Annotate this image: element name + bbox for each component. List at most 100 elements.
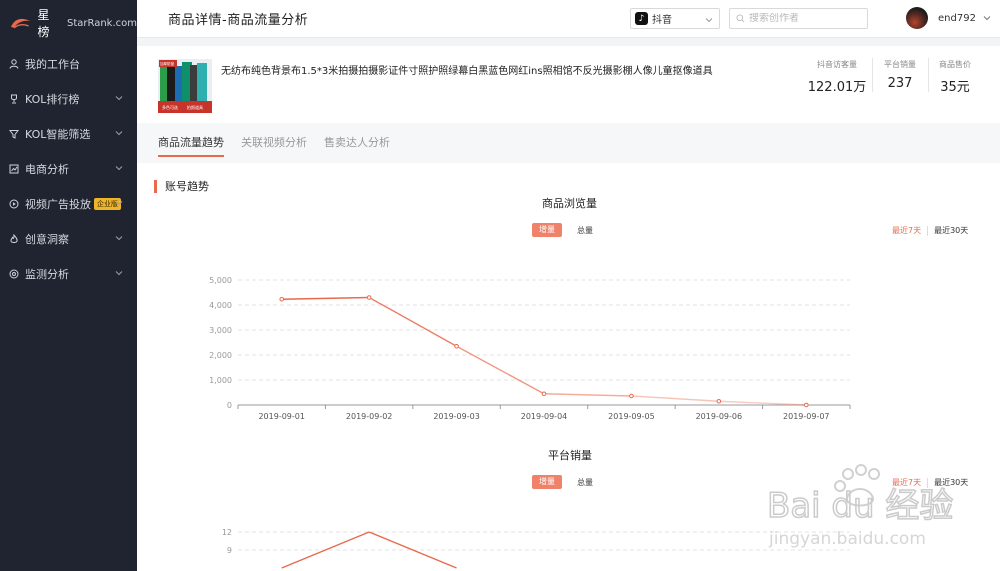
data-point bbox=[716, 398, 722, 404]
baidu-jingyan-watermark: Bai du 经验 jingyan.baidu.com bbox=[766, 464, 954, 549]
stat-label: 平台销量 bbox=[884, 60, 916, 69]
x-tick-label: 2019-09-06 bbox=[696, 412, 743, 421]
range-7d-button[interactable]: 最近7天 bbox=[892, 225, 921, 236]
series-line-segment bbox=[631, 395, 719, 402]
y-tick-label: 12 bbox=[222, 528, 232, 537]
tiktok-icon: ♪ bbox=[635, 12, 648, 25]
page-title: 商品详情-商品流量分析 bbox=[168, 13, 309, 28]
data-point bbox=[629, 393, 634, 399]
toggle-increment-button[interactable]: 增量 bbox=[532, 223, 562, 237]
analysis-tabs: 商品流量趋势 关联视频分析 售卖达人分析 bbox=[137, 123, 1000, 163]
product-image-caption-right: 拍照道具 bbox=[187, 104, 203, 110]
toggle-total-button[interactable]: 总量 bbox=[570, 225, 600, 236]
chart-title-sales: 平台销量 bbox=[548, 449, 592, 462]
user-icon bbox=[9, 58, 19, 69]
starrank-logo-icon bbox=[10, 18, 31, 29]
stat-value: 237 bbox=[887, 76, 913, 91]
sidebar-item-creative-insight[interactable]: 创意洞察 bbox=[0, 221, 137, 256]
data-point bbox=[803, 402, 809, 408]
stat-divider bbox=[872, 58, 873, 92]
sidebar-item-kol-ranking[interactable]: KOL排行榜 bbox=[0, 81, 137, 116]
series-line-segment bbox=[718, 400, 807, 406]
product-image-caption-left: 多色可选 bbox=[162, 104, 178, 110]
toggle-total-button[interactable]: 总量 bbox=[570, 477, 600, 488]
username: end792 bbox=[938, 12, 976, 24]
chevron-down-icon bbox=[115, 236, 123, 241]
tab-traffic-trend[interactable]: 商品流量趋势 bbox=[158, 123, 224, 163]
stat-douyin-visitors: 抖音访客量 122.01万 bbox=[802, 59, 872, 95]
top-header: 商品详情-商品流量分析 ♪ 抖音 end792 bbox=[137, 0, 1000, 38]
sidebar-item-label: 监测分析 bbox=[25, 267, 69, 281]
platform-select[interactable]: ♪ 抖音 bbox=[630, 8, 720, 29]
chevron-down-icon bbox=[115, 131, 123, 136]
sidebar-item-label: 我的工作台 bbox=[25, 57, 80, 71]
search-box[interactable] bbox=[729, 8, 868, 29]
avatar[interactable] bbox=[906, 7, 928, 29]
x-tick-label: 2019-09-02 bbox=[346, 412, 393, 421]
sidebar-item-label: KOL智能筛选 bbox=[25, 127, 91, 141]
toggle-increment-button[interactable]: 增量 bbox=[532, 475, 562, 489]
brand[interactable]: 星榜 StarRank.com bbox=[0, 0, 137, 46]
watermark-text: Bai du 经验 bbox=[767, 486, 953, 526]
product-image[interactable]: 加厚防皱 多色可选 拍照道具 bbox=[158, 59, 212, 113]
x-tick-label: 2019-09-01 bbox=[258, 412, 305, 421]
series-line-segment bbox=[281, 296, 370, 300]
range-30d-button[interactable]: 最近30天 bbox=[934, 225, 968, 236]
sidebar-item-monitoring[interactable]: 监测分析 bbox=[0, 256, 137, 291]
sidebar-item-label: 创意洞察 bbox=[25, 232, 69, 246]
data-point bbox=[454, 343, 459, 349]
tab-related-videos[interactable]: 关联视频分析 bbox=[241, 123, 307, 163]
chevron-down-icon bbox=[983, 16, 991, 21]
views-toggle: 增量 总量 bbox=[532, 223, 600, 237]
product-image-tag: 加厚防皱 bbox=[160, 61, 174, 66]
chevron-down-icon bbox=[705, 18, 713, 23]
x-tick-label: 2019-09-04 bbox=[521, 412, 568, 421]
sidebar-item-ecommerce[interactable]: 电商分析 bbox=[0, 151, 137, 186]
sales-toggle: 增量 总量 bbox=[532, 475, 600, 489]
product-title[interactable]: 无纺布纯色背景布1.5*3米拍摄拍摄影证件寸照护照绿幕白黑蓝色网红ins照相馆不… bbox=[221, 62, 781, 77]
data-point bbox=[541, 391, 547, 397]
y-tick-label: 1,000 bbox=[209, 376, 232, 385]
flame-icon bbox=[9, 233, 19, 244]
sidebar-item-label: 视频广告投放 bbox=[25, 197, 91, 211]
platform-select-value: 抖音 bbox=[652, 15, 672, 26]
sidebar-item-label: 电商分析 bbox=[25, 162, 69, 176]
y-tick-label: 9 bbox=[227, 546, 232, 555]
user-menu[interactable]: end792 bbox=[906, 7, 991, 29]
play-circle-icon bbox=[9, 199, 19, 209]
search-input[interactable] bbox=[749, 13, 859, 24]
x-tick-label: 2019-09-07 bbox=[783, 412, 830, 421]
brand-name: 星榜 bbox=[37, 8, 50, 39]
chevron-down-icon bbox=[115, 271, 123, 276]
stat-platform-sales: 平台销量 237 bbox=[874, 59, 926, 91]
stat-label: 抖音访客量 bbox=[817, 60, 857, 69]
stat-label: 商品售价 bbox=[939, 60, 971, 69]
y-tick-label: 3,000 bbox=[209, 326, 232, 335]
x-tick-label: 2019-09-03 bbox=[433, 412, 480, 421]
y-tick-label: 5,000 bbox=[209, 276, 232, 285]
stat-price: 商品售价 35元 bbox=[930, 59, 980, 95]
watermark-url: jingyan.baidu.com bbox=[768, 529, 926, 549]
chevron-down-icon bbox=[115, 96, 123, 101]
range-divider bbox=[927, 225, 929, 236]
sidebar: 星榜 StarRank.com 我的工作台 KOL排行榜 KOL智能筛选 电商分… bbox=[0, 0, 137, 571]
target-icon bbox=[9, 269, 19, 279]
sidebar-item-label: KOL排行榜 bbox=[25, 92, 80, 106]
section-title: 账号趋势 bbox=[154, 180, 209, 193]
sidebar-nav: 我的工作台 KOL排行榜 KOL智能筛选 电商分析 视频广告投放 企业版 创意洞… bbox=[0, 46, 137, 291]
x-tick-label: 2019-09-05 bbox=[608, 412, 655, 421]
stat-divider bbox=[928, 58, 929, 92]
views-line-chart: 0 1,000 2,000 3,000 4,000 5,000 2019-09-01 2019… bbox=[209, 276, 851, 421]
tab-sales-influencers[interactable]: 售卖达人分析 bbox=[324, 123, 390, 163]
data-point bbox=[366, 295, 372, 300]
chart-box-icon bbox=[9, 164, 19, 174]
chevron-down-icon bbox=[115, 166, 123, 171]
sidebar-item-workbench[interactable]: 我的工作台 bbox=[0, 46, 137, 81]
stat-value: 122.01万 bbox=[807, 80, 867, 95]
trophy-icon bbox=[9, 94, 19, 104]
y-tick-label: 2,000 bbox=[209, 351, 232, 360]
filter-icon bbox=[9, 129, 19, 139]
search-icon bbox=[736, 14, 745, 23]
sidebar-item-kol-filter[interactable]: KOL智能筛选 bbox=[0, 116, 137, 151]
sidebar-item-video-ads[interactable]: 视频广告投放 企业版 bbox=[0, 186, 137, 221]
